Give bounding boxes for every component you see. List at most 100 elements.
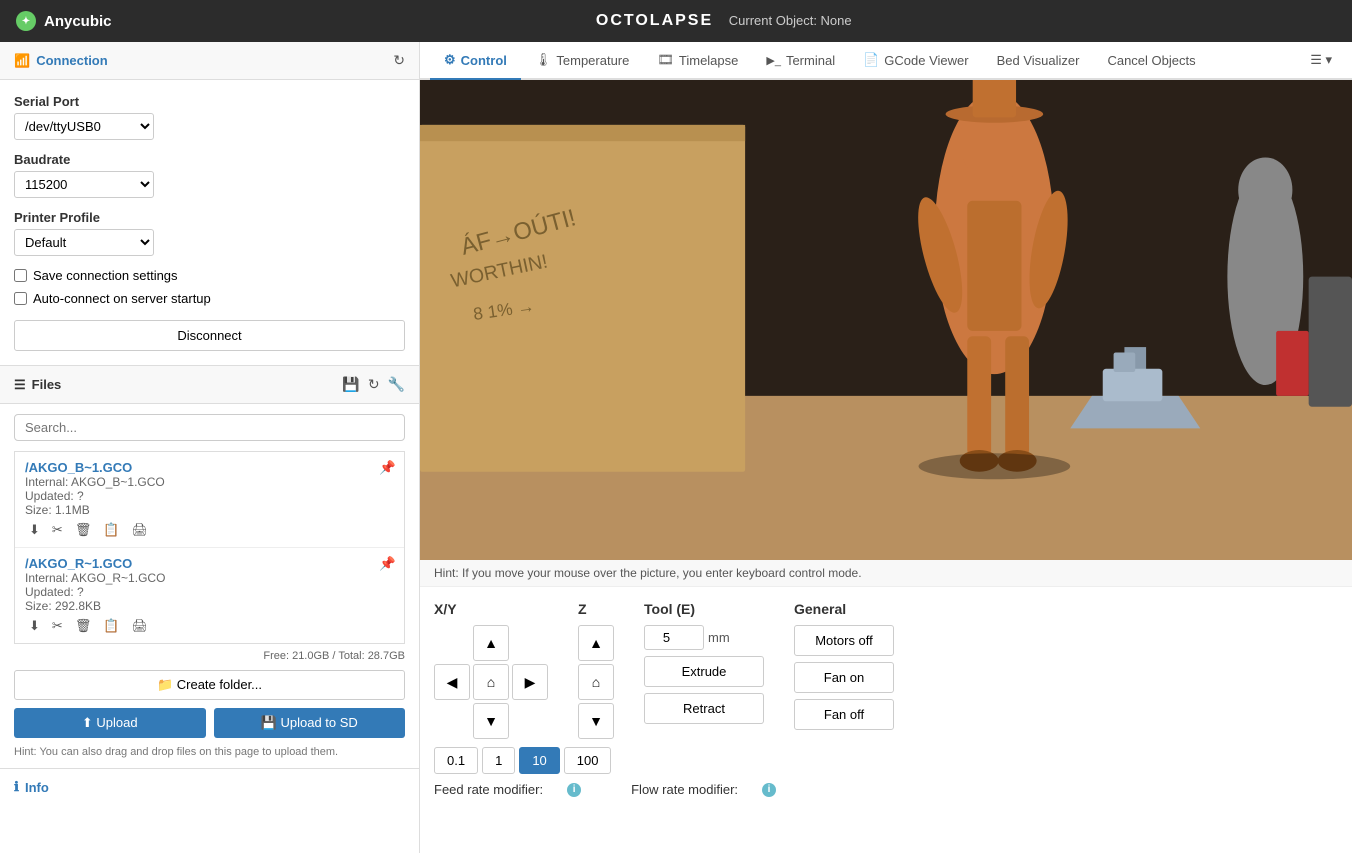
baudrate-label: Baudrate (14, 152, 405, 167)
tab-more-button[interactable]: ☰ ▾ (1300, 44, 1342, 78)
xy-empty-tl (434, 625, 470, 661)
file-updated: Updated: ? (25, 489, 394, 503)
step-10-button[interactable]: 10 (519, 747, 559, 774)
more-icon: ☰ ▾ (1310, 52, 1332, 68)
files-title: ☰ Files (14, 377, 61, 393)
save-connection-row: Save connection settings (14, 268, 405, 283)
xy-right-button[interactable]: ▶ (512, 664, 548, 700)
file-item: 📌 /AKGO_B~1.GCO Internal: AKGO_B~1.GCO U… (15, 452, 404, 548)
z-home-button[interactable]: ⌂ (578, 664, 614, 700)
z-down-button[interactable]: ▼ (578, 703, 614, 739)
gcode-icon: 📄 (863, 52, 879, 68)
file-print-button[interactable]: 🖨 (128, 617, 153, 635)
upload-sd-button[interactable]: 💾 Upload to SD (214, 708, 406, 738)
info-icon: ℹ (14, 779, 19, 795)
files-label: Files (32, 377, 62, 392)
current-object: Current Object: None (729, 13, 852, 28)
timelapse-icon: 🎞 (657, 52, 674, 68)
auto-connect-label: Auto-connect on server startup (33, 291, 211, 306)
fan-off-button[interactable]: Fan off (794, 699, 894, 730)
step-01-button[interactable]: 0.1 (434, 747, 478, 774)
tab-bed-label: Bed Visualizer (997, 53, 1080, 68)
tool-input-row: mm (644, 625, 764, 650)
info-title: ℹ Info (14, 779, 405, 795)
serial-port-select[interactable]: /dev/ttyUSB0 (14, 113, 154, 140)
brand-icon: ✦ (16, 11, 36, 31)
tab-gcode-viewer[interactable]: 📄 GCode Viewer (849, 42, 983, 80)
main-layout: 📶 Connection ↻ Serial Port /dev/ttyUSB0 … (0, 42, 1352, 853)
xy-home-button[interactable]: ⌂ (473, 664, 509, 700)
file-slice-button[interactable]: ✂ (48, 521, 67, 539)
disconnect-button[interactable]: Disconnect (14, 320, 405, 351)
file-download-button[interactable]: ⬇ (25, 617, 44, 635)
file-slice-button[interactable]: ✂ (48, 617, 67, 635)
file-copy-button[interactable]: 📋 (99, 521, 123, 539)
z-up-button[interactable]: ▲ (578, 625, 614, 661)
tab-timelapse[interactable]: 🎞 Timelapse (643, 42, 752, 80)
xy-down-button[interactable]: ▼ (473, 703, 509, 739)
save-connection-label: Save connection settings (33, 268, 178, 283)
drag-hint: Hint: You can also drag and drop files o… (14, 746, 405, 758)
file-size: Size: 292.8KB (25, 599, 394, 613)
xy-up-button[interactable]: ▲ (473, 625, 509, 661)
file-print-button[interactable]: 🖨 (128, 521, 153, 539)
xy-empty-bl (434, 703, 470, 739)
file-pin-button[interactable]: 📌 (379, 460, 396, 476)
serial-port-group: Serial Port /dev/ttyUSB0 (14, 94, 405, 140)
motors-off-button[interactable]: Motors off (794, 625, 894, 656)
tab-control[interactable]: ⚙ Control (430, 42, 521, 80)
files-icon: ☰ (14, 377, 26, 393)
printer-profile-label: Printer Profile (14, 210, 405, 225)
upload-button[interactable]: ⬆ Upload (14, 708, 206, 738)
tab-gcode-label: GCode Viewer (884, 53, 968, 68)
tab-temperature-label: Temperature (556, 53, 629, 68)
feed-rate-label: Feed rate modifier: (434, 782, 543, 797)
file-download-button[interactable]: ⬇ (25, 521, 44, 539)
flow-rate-label: Flow rate modifier: (631, 782, 738, 797)
file-delete-button[interactable]: 🗑 (71, 617, 96, 635)
xy-empty-tr (512, 625, 548, 661)
topnav: ✦ Anycubic OCTOLAPSE Current Object: Non… (0, 0, 1352, 42)
save-connection-checkbox[interactable] (14, 269, 27, 282)
file-name: /AKGO_B~1.GCO (25, 460, 394, 475)
printer-profile-select[interactable]: Default (14, 229, 154, 256)
tool-mm-input[interactable] (644, 625, 704, 650)
tab-bar: ⚙ Control 🌡 Temperature 🎞 Timelapse ▶_ T… (420, 42, 1352, 80)
general-section: General Motors off Fan on Fan off (794, 601, 894, 739)
files-refresh-button[interactable]: ↻ (368, 376, 380, 393)
file-updated: Updated: ? (25, 585, 394, 599)
tab-temperature[interactable]: 🌡 Temperature (521, 42, 644, 80)
topnav-center: OCTOLAPSE Current Object: None (112, 12, 1336, 30)
xy-left-button[interactable]: ◀ (434, 664, 470, 700)
fan-on-button[interactable]: Fan on (794, 662, 894, 693)
info-label: Info (25, 780, 49, 795)
xy-empty-br (512, 703, 548, 739)
baudrate-group: Baudrate 115200 (14, 152, 405, 198)
create-folder-button[interactable]: 📁 Create folder... (14, 670, 405, 700)
files-panel-header: ☰ Files 💾 ↻ 🔧 (0, 365, 419, 404)
files-search-input[interactable] (14, 414, 405, 441)
flow-rate-info-icon[interactable]: i (762, 783, 776, 797)
connection-refresh-button[interactable]: ↻ (393, 52, 405, 69)
baudrate-select[interactable]: 115200 (14, 171, 154, 198)
step-1-button[interactable]: 1 (482, 747, 515, 774)
file-pin-button[interactable]: 📌 (379, 556, 396, 572)
step-100-button[interactable]: 100 (564, 747, 612, 774)
tab-terminal-label: Terminal (786, 53, 835, 68)
extrude-button[interactable]: Extrude (644, 656, 764, 687)
file-delete-button[interactable]: 🗑 (71, 521, 96, 539)
z-section: Z ▲ ⌂ ▼ (578, 601, 614, 739)
terminal-icon: ▶_ (766, 54, 781, 67)
tab-bed-visualizer[interactable]: Bed Visualizer (983, 43, 1094, 80)
auto-connect-checkbox[interactable] (14, 292, 27, 305)
file-internal: Internal: AKGO_R~1.GCO (25, 571, 394, 585)
xy-label: X/Y (434, 601, 457, 617)
files-sd-button[interactable]: 💾 (342, 376, 359, 393)
tab-cancel-objects[interactable]: Cancel Objects (1093, 43, 1209, 80)
tab-terminal[interactable]: ▶_ Terminal (752, 43, 849, 80)
feed-rate-info-icon[interactable]: i (567, 783, 581, 797)
file-copy-button[interactable]: 📋 (99, 617, 123, 635)
retract-button[interactable]: Retract (644, 693, 764, 724)
camera-scene: ÁF→OÚTI! WORTHIN! 8 1% → (420, 80, 1352, 560)
files-settings-button[interactable]: 🔧 (388, 376, 405, 393)
